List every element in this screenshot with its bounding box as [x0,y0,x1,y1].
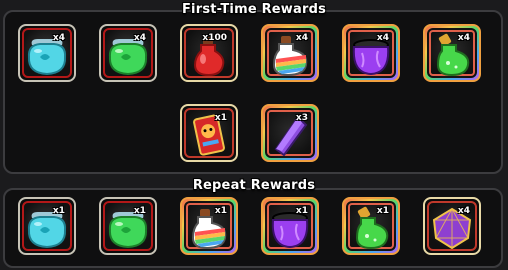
quantity-label: x4 [376,33,389,43]
reward-slot-cyan-potion[interactable]: x4 [18,24,76,82]
reward-slot-green-potion[interactable]: x1 [99,197,157,255]
reward-slot-purple-cauldron[interactable]: x4 [342,24,400,82]
repeat-rewards-title: Repeat Rewards [192,178,316,193]
reward-slot-red-potion[interactable]: x100 [180,24,238,82]
reward-slot-purple-dice[interactable]: x4 [423,197,481,255]
quantity-label: x4 [457,33,470,43]
reward-slot-purple-crystal[interactable]: x3 [261,104,319,162]
quantity-label: x1 [295,206,308,216]
quantity-label: x100 [202,33,227,43]
reward-slot-green-potion[interactable]: x4 [99,24,157,82]
first-time-rewards-title: First-Time Rewards [181,2,327,17]
quantity-label: x4 [52,33,65,43]
quantity-label: x4 [457,206,470,216]
reward-slot-purple-cauldron[interactable]: x1 [261,197,319,255]
quantity-label: x1 [376,206,389,216]
reward-slot-rainbow-potion[interactable]: x1 [180,197,238,255]
reward-slot-rainbow-card[interactable]: x1 [180,104,238,162]
quantity-label: x4 [295,33,308,43]
quantity-label: x4 [133,33,146,43]
quantity-label: x1 [133,206,146,216]
quantity-label: x1 [214,206,227,216]
reward-slot-rainbow-potion[interactable]: x4 [261,24,319,82]
quantity-label: x1 [214,113,227,123]
quantity-label: x1 [52,206,65,216]
quantity-label: x3 [295,113,308,123]
reward-slot-cyan-potion[interactable]: x1 [18,197,76,255]
reward-slot-green-gold-potion[interactable]: x1 [342,197,400,255]
reward-slot-green-gold-potion[interactable]: x4 [423,24,481,82]
